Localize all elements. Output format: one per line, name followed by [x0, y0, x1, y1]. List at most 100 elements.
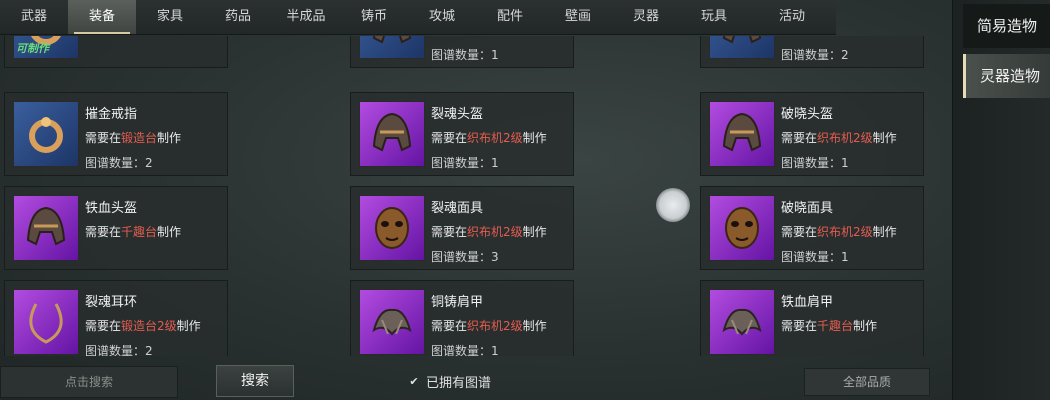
- tab-6[interactable]: 攻城: [408, 0, 476, 34]
- recipe-requirement: 需要在千趣台制作: [85, 36, 181, 38]
- recipe-name: 裂魂耳环: [85, 295, 138, 310]
- requirement-prefix: 需要在: [431, 319, 468, 333]
- requirement-station: 织布机2级: [817, 225, 873, 239]
- recipe-requirement: 需要在织布机2级制作: [781, 223, 897, 240]
- tab-9[interactable]: 灵器: [612, 0, 680, 34]
- recipe-count: 图谱数量：1: [431, 156, 499, 170]
- requirement-prefix: 需要在: [431, 36, 467, 37]
- requirement-prefix: 需要在: [781, 36, 817, 37]
- recipe-requirement: 需要在织布机2级制作: [781, 129, 897, 146]
- recipe-name: 铜铸肩甲: [431, 295, 484, 310]
- recipe-card[interactable]: 破晓面具需要在织布机2级制作 图谱数量：1: [700, 186, 924, 270]
- recipe-card[interactable]: 裂魂耳环需要在锻造台2级制作图谱数量：2: [4, 280, 228, 356]
- recipe-count: 图谱数量：2: [85, 156, 153, 170]
- recipe-count: 图谱数量：1: [781, 250, 849, 264]
- recipe-requirement: 需要在锻造台制作: [781, 36, 877, 38]
- recipe-count: 图谱数量：1: [431, 48, 499, 62]
- recipe-requirement: 需要在千趣台制作: [781, 317, 877, 334]
- requirement-station: 锻造台2级: [121, 319, 177, 333]
- quality-select[interactable]: 全部品质: [804, 368, 930, 396]
- recipe-name: 裂魂头盔: [431, 107, 484, 122]
- requirement-prefix: 需要在: [85, 36, 121, 37]
- pauldron-icon: [359, 289, 425, 355]
- helmet-icon: [709, 36, 775, 59]
- tab-1[interactable]: 装备: [68, 0, 136, 34]
- helmet-icon: [359, 101, 425, 167]
- mask-icon: [709, 195, 775, 261]
- owned-recipes-label: 已拥有图谱: [426, 376, 492, 391]
- requirement-suffix: 制作: [522, 131, 547, 145]
- recipe-count: 图谱数量：3: [431, 250, 499, 264]
- requirement-suffix: 制作: [853, 319, 878, 333]
- tab-3[interactable]: 药品: [204, 0, 272, 34]
- requirement-suffix: 制作: [522, 319, 547, 333]
- requirement-station: 织布机2级: [817, 131, 873, 145]
- recipe-name: 破晓头盔: [781, 107, 834, 122]
- requirement-prefix: 需要在: [85, 225, 122, 239]
- search-button[interactable]: 搜索: [216, 365, 294, 397]
- owned-recipes-filter[interactable]: ✔ 已拥有图谱: [408, 372, 491, 391]
- bottom-bar: 点击搜索 搜索 ✔ 已拥有图谱 全部品质: [0, 360, 950, 400]
- recipe-card[interactable]: 摧金戒指 需要在锻造台制作 图谱数量：2: [4, 92, 228, 176]
- mask-icon: [359, 195, 425, 261]
- requirement-suffix: 制作: [157, 36, 181, 37]
- recipe-requirement: 需要在锻造台制作: [431, 36, 527, 38]
- tab-11[interactable]: 活动: [748, 0, 836, 34]
- requirement-station: 锻造台: [121, 131, 158, 145]
- recipe-card[interactable]: 裂魂面具需要在织布机2级制作 图谱数量：3: [350, 186, 574, 270]
- recipe-requirement: 需要在织布机2级制作: [431, 317, 547, 334]
- recipe-count: 图谱数量：1: [431, 344, 499, 356]
- helmet-icon: [359, 36, 425, 59]
- check-icon[interactable]: ✔: [408, 375, 420, 388]
- recipe-requirement: 需要在锻造台2级制作: [85, 317, 201, 334]
- helmet-icon: [709, 101, 775, 167]
- recipe-card[interactable]: 可制作 需要在千趣台制作: [4, 36, 228, 68]
- requirement-suffix: 制作: [157, 131, 182, 145]
- recipe-grid: 可制作需要在千趣台制作需要在锻造台制作图谱数量：1需要在锻造台制作图谱数量：2摧…: [0, 36, 950, 356]
- recipe-requirement: 需要在织布机2级制作: [431, 129, 547, 146]
- requirement-prefix: 需要在: [781, 131, 818, 145]
- requirement-station: 千趣台: [121, 225, 158, 239]
- recipe-card[interactable]: 裂魂头盔需要在织布机2级制作 图谱数量：1: [350, 92, 574, 176]
- tab-0[interactable]: 武器: [0, 0, 68, 34]
- tab-4[interactable]: 半成品: [272, 0, 340, 34]
- recipe-card[interactable]: 破晓头盔 需要在织布机2级制作 图谱数量：1: [700, 92, 924, 176]
- recipe-card[interactable]: 铁血肩甲需要在千趣台制作: [700, 280, 924, 356]
- craftable-badge: 可制作: [16, 42, 49, 55]
- recipe-name: 铁血头盔: [85, 201, 138, 216]
- requirement-prefix: 需要在: [85, 319, 122, 333]
- pauldron-icon: [709, 289, 775, 355]
- recipe-name: 铁血肩甲: [781, 295, 834, 310]
- requirement-station: 锻造台: [467, 36, 503, 37]
- touch-cursor-indicator: [656, 188, 690, 222]
- craft-type-panel: 简易造物 灵器造物: [952, 0, 1050, 400]
- requirement-prefix: 需要在: [85, 131, 122, 145]
- requirement-station: 千趣台: [121, 36, 157, 37]
- ring-icon: 可制作: [13, 36, 79, 59]
- recipe-card[interactable]: 需要在锻造台制作图谱数量：1: [350, 36, 574, 68]
- requirement-station: 千趣台: [817, 319, 854, 333]
- requirement-suffix: 制作: [872, 131, 897, 145]
- tab-2[interactable]: 家具: [136, 0, 204, 34]
- side-button-1[interactable]: 灵器造物: [963, 54, 1050, 98]
- recipe-name: 裂魂面具: [431, 201, 484, 216]
- requirement-prefix: 需要在: [431, 131, 468, 145]
- ring-icon: [13, 101, 79, 167]
- tab-5[interactable]: 铸币: [340, 0, 408, 34]
- recipe-name: 破晓面具: [781, 201, 834, 216]
- earring-icon: [13, 289, 79, 355]
- recipe-card[interactable]: 铜铸肩甲需要在织布机2级制作图谱数量：1: [350, 280, 574, 356]
- recipe-count: 图谱数量：2: [85, 344, 153, 356]
- recipe-card[interactable]: 需要在锻造台制作图谱数量：2: [700, 36, 924, 68]
- category-tabs: 武器 装备 家具 药品 半成品 铸币 攻城 配件 壁画 灵器 玩具 活动: [0, 0, 836, 35]
- tab-7[interactable]: 配件: [476, 0, 544, 34]
- side-button-0[interactable]: 简易造物: [963, 4, 1050, 48]
- recipe-card[interactable]: 铁血头盔 需要在千趣台制作: [4, 186, 228, 270]
- requirement-station: 锻造台: [817, 36, 853, 37]
- search-input[interactable]: 点击搜索: [0, 366, 178, 398]
- tab-8[interactable]: 壁画: [544, 0, 612, 34]
- recipe-requirement: 需要在锻造台制作: [85, 129, 181, 146]
- recipe-count: 图谱数量：1: [781, 156, 849, 170]
- recipe-requirement: 需要在织布机2级制作: [431, 223, 547, 240]
- tab-10[interactable]: 玩具: [680, 0, 748, 34]
